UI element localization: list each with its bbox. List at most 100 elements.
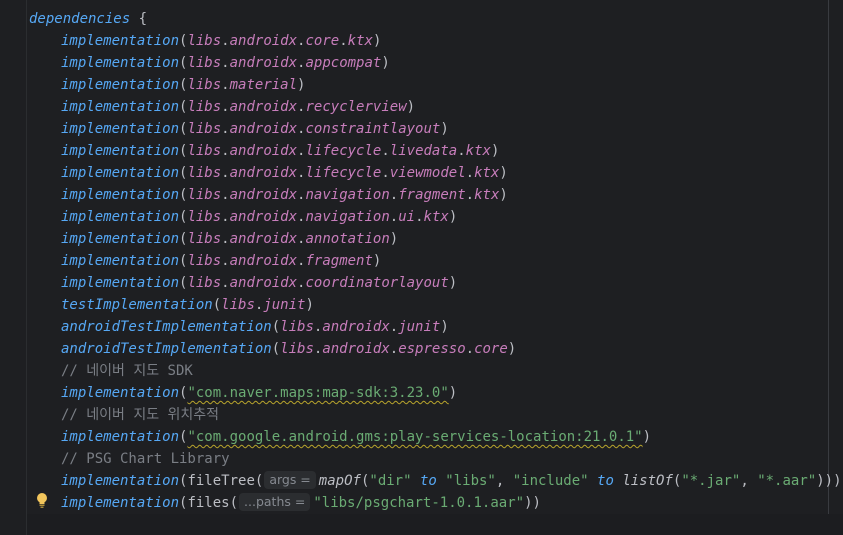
string: "include" <box>512 473 589 489</box>
accessor: core <box>305 33 340 49</box>
accessor: material <box>229 77 298 93</box>
function-name: implementation <box>61 429 180 445</box>
accessor: navigation <box>305 187 390 203</box>
accessor: constraintlayout <box>305 121 441 137</box>
files-call: (files( <box>179 495 239 511</box>
libs-reference: libs <box>187 55 222 71</box>
code-line-dependency[interactable]: implementation(libs.androidx.navigation.… <box>29 184 508 206</box>
dot: . <box>339 33 348 49</box>
function-name: implementation <box>61 99 180 115</box>
libs-reference: libs <box>221 297 255 313</box>
accessor: androidx <box>322 319 390 335</box>
closing-parens: )))) <box>816 473 843 489</box>
code-line-dependencies[interactable]: dependencies { <box>29 8 147 30</box>
code-line-dependency[interactable]: implementation(libs.androidx.fragment) <box>29 250 381 272</box>
code-line-files[interactable]: implementation(files(...paths = "libs/psg… <box>29 492 541 514</box>
dot: . <box>389 341 399 357</box>
code-line-dependency[interactable]: implementation(libs.androidx.navigation.… <box>29 206 457 228</box>
accessor: androidx <box>229 165 298 181</box>
paren: ( <box>212 297 222 313</box>
paren: ) <box>372 253 382 269</box>
code-line-dependency[interactable]: implementation(libs.androidx.recyclervie… <box>29 96 415 118</box>
accessor: ktx <box>465 143 491 159</box>
dot: . <box>457 143 466 159</box>
paren: ) <box>297 77 306 93</box>
lightbulb-icon[interactable] <box>35 492 49 510</box>
paren: ) <box>448 209 458 225</box>
comment-psg: // PSG Chart Library <box>61 451 230 467</box>
code-line-dependency[interactable]: implementation(libs.androidx.core.ktx) <box>29 30 381 52</box>
libs-reference: libs <box>187 33 222 49</box>
paren: ) <box>406 99 416 115</box>
code-line-filetree[interactable]: implementation(fileTree(args = mapOf("dir… <box>29 470 843 492</box>
accessor: androidx <box>322 341 390 357</box>
accessor: fragment <box>305 253 373 269</box>
code-line-dependency[interactable]: testImplementation(libs.junit) <box>29 294 314 316</box>
function-name: implementation <box>61 253 180 269</box>
paren: ) <box>381 55 390 71</box>
editor-gutter[interactable] <box>0 0 27 535</box>
accessor: fragment <box>398 187 466 203</box>
comma: , <box>495 473 513 489</box>
paren: ) <box>499 165 508 181</box>
libs-reference: libs <box>187 143 222 159</box>
dot: . <box>221 231 230 247</box>
paren: ) <box>305 297 314 313</box>
accessor: androidx <box>229 209 298 225</box>
dot: . <box>389 187 399 203</box>
code-line-dependency[interactable]: androidTestImplementation(libs.androidx.… <box>29 338 516 360</box>
code-editor[interactable]: dependencies {implementation(libs.androi… <box>0 0 843 535</box>
right-margin-guide <box>828 0 829 514</box>
paren: ) <box>448 385 458 401</box>
function-name: testImplementation <box>61 297 213 313</box>
dot: . <box>221 33 230 49</box>
libs-reference: libs <box>187 253 222 269</box>
function-name: implementation <box>61 275 180 291</box>
dot: . <box>221 99 230 115</box>
function-name: implementation <box>61 473 180 489</box>
code-line-dependency[interactable]: implementation(libs.androidx.appcompat) <box>29 52 390 74</box>
naver-dependency-string: "com.naver.maps:map-sdk:3.23.0" <box>187 385 449 401</box>
dot: . <box>221 77 230 93</box>
dot: . <box>221 165 230 181</box>
accessor: androidx <box>229 187 298 203</box>
accessor: ktx <box>474 187 500 203</box>
code-line-dependency[interactable]: implementation(libs.androidx.constraintl… <box>29 118 449 140</box>
parameter-hint: args = <box>264 471 316 489</box>
accessor: annotation <box>305 231 390 247</box>
code-line-dependency[interactable]: androidTestImplementation(libs.androidx.… <box>29 316 449 338</box>
comma: , <box>740 473 758 489</box>
accessor: androidx <box>229 231 298 247</box>
libs-reference: libs <box>187 165 222 181</box>
code-line-naver[interactable]: implementation("com.naver.maps:map-sdk:3… <box>29 382 457 404</box>
listof-call: listOf <box>622 473 673 489</box>
dot: . <box>221 121 230 137</box>
accessor: coordinatorlayout <box>305 275 449 291</box>
function-name: implementation <box>61 187 180 203</box>
dot: . <box>415 209 424 225</box>
code-line-dependency[interactable]: implementation(libs.androidx.lifecycle.v… <box>29 162 508 184</box>
dot: . <box>389 209 399 225</box>
comment-line[interactable]: // PSG Chart Library <box>29 448 230 470</box>
code-line-gms[interactable]: implementation("com.google.android.gms:p… <box>29 426 651 448</box>
accessor: livedata <box>389 143 458 159</box>
dot: . <box>465 165 475 181</box>
string: "dir" <box>369 473 412 489</box>
code-line-dependency[interactable]: implementation(libs.androidx.annotation) <box>29 228 398 250</box>
libs-reference: libs <box>280 319 314 335</box>
paren: ) <box>642 429 652 445</box>
dot: . <box>465 341 475 357</box>
dot: . <box>221 253 230 269</box>
code-line-dependency[interactable]: implementation(libs.material) <box>29 74 305 96</box>
comment-line[interactable]: // 네이버 지도 위치추적 <box>29 404 219 426</box>
comment-line[interactable]: // 네이버 지도 SDK <box>29 360 193 382</box>
accessor: junit <box>263 297 306 313</box>
code-line-dependency[interactable]: implementation(libs.androidx.lifecycle.l… <box>29 140 499 162</box>
accessor: espresso <box>398 341 466 357</box>
code-line-dependency[interactable]: implementation(libs.androidx.coordinator… <box>29 272 457 294</box>
dot: . <box>381 165 390 181</box>
aar-path-string: "libs/psgchart-1.0.1.aar" <box>313 495 525 511</box>
infix-to: to <box>597 473 614 489</box>
